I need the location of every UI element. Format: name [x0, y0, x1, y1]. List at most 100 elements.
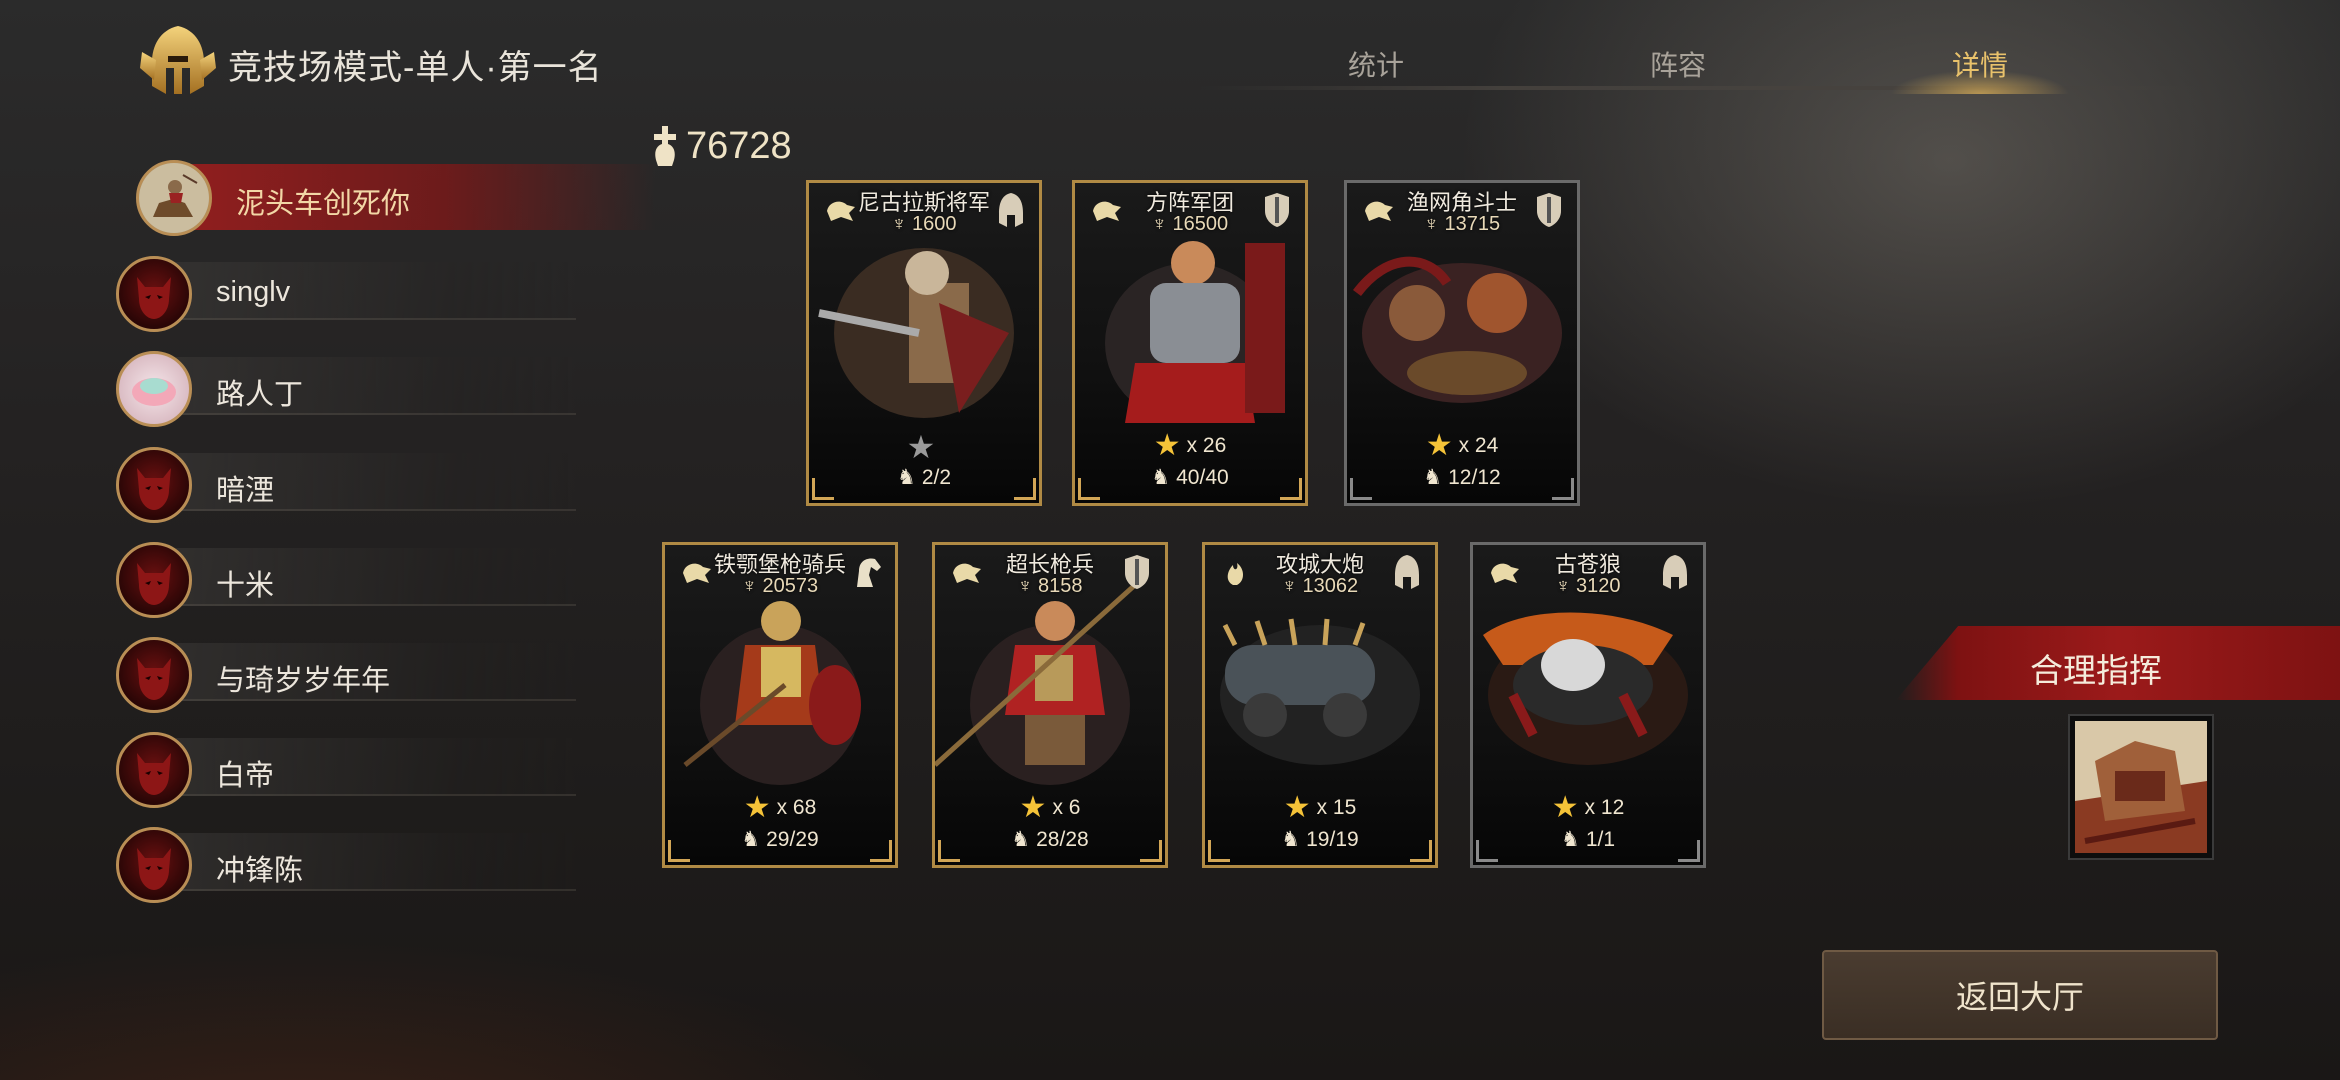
card-corner [812, 478, 834, 500]
unit-power-value: 8158 [1038, 575, 1083, 597]
return-lobby-button[interactable]: 返回大厅 [1822, 950, 2218, 1040]
horse-head-icon: ♞ [1423, 466, 1443, 489]
player-row[interactable]: singlv [116, 256, 576, 332]
demon-avatar [116, 256, 192, 332]
command-thumbnail[interactable] [2068, 714, 2214, 860]
unit-troops: ♞ 40/40 [1075, 465, 1305, 490]
unit-power-value: 13715 [1444, 213, 1501, 235]
star-icon: ★ [906, 429, 936, 465]
player-row[interactable]: 白帝 [116, 732, 576, 808]
horse-head-icon: ♞ [896, 466, 916, 489]
power-icon [654, 126, 676, 166]
power-icon: ♆ [891, 213, 907, 235]
unit-stars: ★ x 24 [1347, 431, 1577, 461]
command-label: 合理指挥 [2030, 652, 2162, 689]
unit-troops: ♞ 2/2 [809, 465, 1039, 490]
player-row[interactable]: 十米 [116, 542, 576, 618]
unit-card[interactable]: 渔网角斗士 ♆ 13715 ★ x 24 ♞ 12/12 [1344, 180, 1580, 506]
unit-portrait [1347, 223, 1577, 423]
player-name: 冲锋陈 [216, 855, 304, 887]
card-corner [1410, 840, 1432, 862]
card-corner [1014, 478, 1036, 500]
demon-avatar [116, 732, 192, 808]
star-icon: ★ [1551, 791, 1579, 824]
star-icon: ★ [1153, 429, 1181, 462]
unit-troops: ♞ 19/19 [1205, 827, 1435, 852]
card-corner [1140, 840, 1162, 862]
tab-details[interactable]: 详情 [1910, 44, 2050, 84]
helmet-logo-icon [138, 22, 218, 98]
power-icon: ♆ [1281, 575, 1297, 597]
power-icon: ♆ [1555, 575, 1571, 597]
unit-power: ♆ 13062 [1205, 575, 1435, 598]
power-icon: ♆ [1151, 213, 1167, 235]
player-row[interactable]: 与琦岁岁年年 [116, 637, 576, 713]
unit-power-value: 16500 [1172, 213, 1229, 235]
unit-stars: ★ x 68 [665, 793, 895, 823]
unit-power-value: 13062 [1302, 575, 1359, 597]
demon-avatar [116, 827, 192, 903]
power-icon: ♆ [1017, 575, 1033, 597]
star-icon: ★ [1425, 429, 1453, 462]
unit-power-value: 3120 [1576, 575, 1621, 597]
player-name: 泥头车创死你 [236, 188, 411, 220]
unit-portrait [1473, 585, 1703, 785]
tab-lineup[interactable]: 阵容 [1608, 44, 1748, 84]
unit-star-count: x 6 [1052, 796, 1081, 819]
star-icon: ★ [743, 791, 771, 824]
unit-card[interactable]: 超长枪兵 ♆ 8158 ★ x 6 ♞ 28/28 [932, 542, 1168, 868]
unit-card[interactable]: 铁颚堡枪骑兵 ♆ 20573 ★ x 68 ♞ 29/29 [662, 542, 898, 868]
horse-head-icon: ♞ [741, 828, 761, 851]
player-row[interactable]: 路人丁 [116, 351, 576, 427]
horse-head-icon: ♞ [1560, 828, 1580, 851]
player-name: 十米 [216, 570, 275, 602]
unit-star-count: x 26 [1186, 434, 1227, 457]
horse-head-icon: ♞ [1151, 466, 1171, 489]
unit-stars: ★ x 15 [1205, 793, 1435, 823]
unit-troop-count: 40/40 [1176, 465, 1229, 489]
player-row[interactable]: 冲锋陈 [116, 827, 576, 903]
star-icon: ★ [1283, 791, 1311, 824]
demon-avatar [116, 637, 192, 713]
unit-star-count: x 24 [1458, 434, 1499, 457]
unit-troop-count: 12/12 [1448, 465, 1501, 489]
unit-troop-count: 29/29 [766, 827, 819, 851]
unit-star-count: x 68 [776, 796, 817, 819]
card-corner [1678, 840, 1700, 862]
unit-card[interactable]: 古苍狼 ♆ 3120 ★ x 12 ♞ 1/1 [1470, 542, 1706, 868]
unit-troop-count: 19/19 [1306, 827, 1359, 851]
unit-card[interactable]: 方阵军团 ♆ 16500 ★ x 26 ♞ 40/40 [1072, 180, 1308, 506]
card-corner [1280, 478, 1302, 500]
unit-troop-count: 2/2 [921, 465, 952, 489]
player-name: 白帝 [216, 760, 275, 792]
demon-avatar [116, 447, 192, 523]
player-name: 与琦岁岁年年 [216, 665, 391, 697]
unit-power-value: 20573 [762, 575, 819, 597]
unit-troops: ♞ 28/28 [935, 827, 1165, 852]
player-row-selected[interactable]: 泥头车创死你 [116, 160, 656, 236]
unit-troops: ♞ 29/29 [665, 827, 895, 852]
tab-statistics[interactable]: 统计 [1306, 44, 1446, 84]
power-icon: ♆ [741, 575, 757, 597]
total-power-value: 76728 [686, 124, 792, 167]
page-title: 竞技场模式-单人·第一名 [228, 49, 603, 87]
unit-portrait [935, 583, 1165, 785]
unit-troops: ♞ 1/1 [1473, 827, 1703, 852]
card-corner [1078, 478, 1100, 500]
unit-card[interactable]: 攻城大炮 ♆ 13062 ★ x 15 ♞ 19/19 [1202, 542, 1438, 868]
mounted-knight-avatar [136, 160, 212, 236]
horse-head-icon: ♞ [1281, 828, 1301, 851]
unit-power: ♆ 8158 [935, 575, 1165, 598]
card-corner [938, 840, 960, 862]
unit-portrait [665, 585, 895, 785]
unit-power: ♆ 20573 [665, 575, 895, 598]
unit-power: ♆ 16500 [1075, 213, 1305, 236]
unit-card[interactable]: 尼古拉斯将军 ♆ 1600 ★ ♞ 2/2 [806, 180, 1042, 506]
card-corner [1208, 840, 1230, 862]
unit-troop-count: 28/28 [1036, 827, 1089, 851]
unit-star-count: x 12 [1584, 796, 1625, 819]
unit-troop-count: 1/1 [1585, 827, 1616, 851]
player-row[interactable]: 暗湮 [116, 447, 576, 523]
unit-stars: ★ x 6 [935, 793, 1165, 823]
unit-portrait [1205, 585, 1435, 785]
